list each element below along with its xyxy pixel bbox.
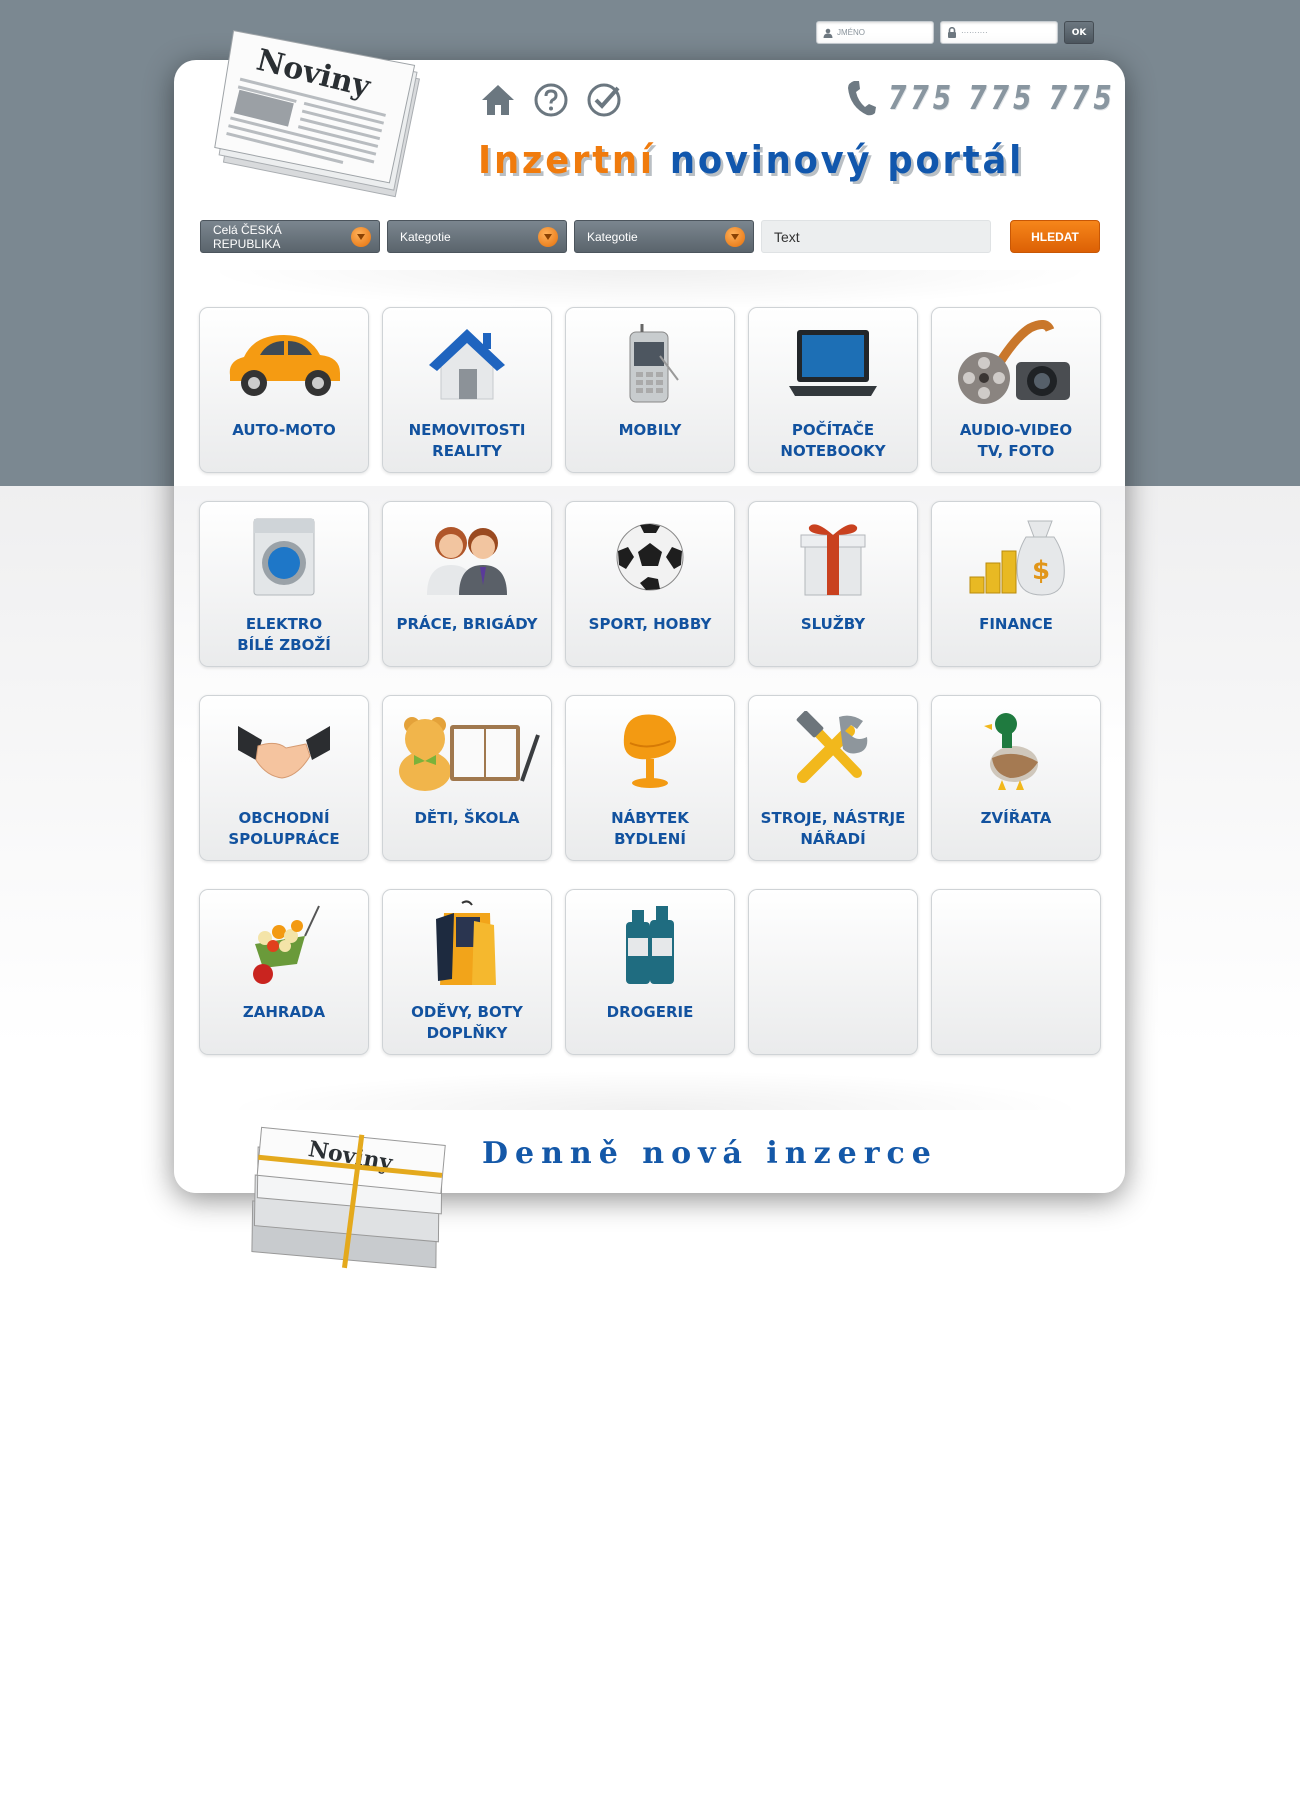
- category-tile[interactable]: SLUŽBY: [748, 501, 918, 667]
- handshake-icon: [238, 726, 330, 779]
- category-grid: AUTO-MOTO NEMOVITOSTI REALITY MOBILY POČ…: [199, 307, 1101, 1055]
- gift-icon: [800, 524, 866, 596]
- category-label: NÁBYTEK BYDLENÍ: [611, 809, 689, 848]
- empty-tile: [748, 889, 918, 1055]
- category-tile[interactable]: ZVÍŘATA: [931, 695, 1101, 861]
- category-tile[interactable]: DROGERIE: [565, 889, 735, 1055]
- category-tile[interactable]: AUDIO-VIDEO TV, FOTO: [931, 307, 1101, 473]
- category-label: ZVÍŘATA: [980, 809, 1052, 827]
- category-tile[interactable]: ZAHRADA: [199, 889, 369, 1055]
- category-label: SLUŽBY: [800, 615, 866, 633]
- search-bar: Celá ČESKÁ REPUBLIKA Kategotie Kategotie…: [200, 220, 1100, 253]
- phone-number: 775 775 775: [888, 78, 1116, 117]
- category-tile[interactable]: POČÍTAČE NOTEBOOKY: [748, 307, 918, 473]
- region-select-value: Celá ČESKÁ REPUBLIKA: [213, 222, 282, 251]
- category-label: PRÁCE, BRIGÁDY: [396, 615, 538, 633]
- headline-part1: Inzertní: [478, 138, 655, 182]
- password-placeholder: ··········: [961, 28, 988, 37]
- teddy-notebook-icon: [399, 717, 540, 791]
- username-placeholder: JMÉNO: [837, 28, 865, 37]
- category-label: ELEKTRO BÍLÉ ZBOŽÍ: [237, 615, 331, 654]
- category-label: STROJE, NÁSTRJE NÁŘADÍ: [760, 809, 906, 848]
- check-icon[interactable]: [586, 82, 622, 118]
- user-icon: [823, 28, 833, 38]
- empty-tile: [931, 889, 1101, 1055]
- chevron-down-icon: [725, 226, 745, 247]
- chair-icon: [623, 714, 677, 788]
- category-label: POČÍTAČE NOTEBOOKY: [780, 421, 886, 460]
- film-camera-icon: [958, 320, 1070, 404]
- home-icon[interactable]: [480, 82, 516, 118]
- phone-contact: 775 775 775: [846, 78, 1173, 117]
- category-label: ZAHRADA: [242, 1003, 326, 1021]
- login-ok-button[interactable]: OK: [1064, 21, 1094, 44]
- category-select-1[interactable]: Kategotie: [387, 220, 567, 253]
- laptop-icon: [789, 330, 877, 396]
- category-label: DĚTI, ŠKOLA: [414, 809, 520, 827]
- category-tile[interactable]: AUTO-MOTO: [199, 307, 369, 473]
- category-tile[interactable]: STROJE, NÁSTRJE NÁŘADÍ: [748, 695, 918, 861]
- category-tile[interactable]: ODĚVY, BOTY DOPLŇKY: [382, 889, 552, 1055]
- chevron-down-icon: [538, 226, 558, 247]
- shadow-band: [200, 270, 1100, 310]
- search-text-input[interactable]: Text: [761, 220, 991, 253]
- category-label: OBCHODNÍ SPOLUPRÁCE: [228, 809, 340, 848]
- svg-text:$: $: [1032, 556, 1050, 586]
- footer-tagline: Denně nová inzerce: [482, 1136, 938, 1171]
- search-button[interactable]: HLEDAT: [1010, 220, 1100, 253]
- duck-icon: [984, 713, 1038, 790]
- car-icon: [229, 335, 340, 396]
- category-tile[interactable]: ELEKTRO BÍLÉ ZBOŽÍ: [199, 501, 369, 667]
- bottles-icon: [626, 906, 674, 984]
- shadow-band: [220, 1070, 1090, 1110]
- house-icon: [429, 329, 505, 400]
- site-headline: Inzertní novinový portál: [478, 138, 1055, 182]
- category-select-2-value: Kategotie: [587, 229, 638, 244]
- lock-icon: [948, 27, 956, 38]
- password-field[interactable]: ··········: [940, 21, 1058, 44]
- region-select[interactable]: Celá ČESKÁ REPUBLIKA: [200, 220, 380, 253]
- category-tile[interactable]: SPORT, HOBBY: [565, 501, 735, 667]
- category-label: AUTO-MOTO: [232, 421, 336, 439]
- username-field[interactable]: JMÉNO: [816, 21, 934, 44]
- soccer-ball-icon: [616, 523, 684, 591]
- category-label: MOBILY: [618, 421, 682, 439]
- category-label: ODĚVY, BOTY DOPLŇKY: [411, 1003, 523, 1042]
- category-label: AUDIO-VIDEO TV, FOTO: [959, 421, 1073, 460]
- login-bar: JMÉNO ·········· OK: [816, 21, 1094, 44]
- newspaper-bundle-icon: Noviny: [251, 1126, 446, 1269]
- category-label: NEMOVITOSTI REALITY: [408, 421, 526, 460]
- category-tile[interactable]: DĚTI, ŠKOLA: [382, 695, 552, 861]
- category-tile[interactable]: OBCHODNÍ SPOLUPRÁCE: [199, 695, 369, 861]
- help-icon[interactable]: [533, 82, 569, 118]
- wheelbarrow-icon: [253, 905, 320, 984]
- search-text-placeholder: Text: [774, 228, 800, 245]
- category-tile[interactable]: MOBILY: [565, 307, 735, 473]
- category-label: FINANCE: [979, 615, 1053, 633]
- category-tile[interactable]: PRÁCE, BRIGÁDY: [382, 501, 552, 667]
- category-tile[interactable]: NEMOVITOSTI REALITY: [382, 307, 552, 473]
- category-label: DROGERIE: [606, 1003, 694, 1021]
- category-label: SPORT, HOBBY: [588, 615, 712, 633]
- category-tile[interactable]: NÁBYTEK BYDLENÍ: [565, 695, 735, 861]
- mobile-phone-icon: [629, 324, 679, 403]
- category-select-2[interactable]: Kategotie: [574, 220, 754, 253]
- phone-icon: [848, 80, 876, 115]
- top-icon-bar: [480, 82, 622, 118]
- washing-machine-icon: [253, 518, 315, 596]
- clothes-icon: [436, 900, 496, 985]
- tools-icon: [796, 711, 868, 783]
- newspaper-logo[interactable]: Noviny: [198, 26, 442, 202]
- category-tile[interactable]: $ FINANCE: [931, 501, 1101, 667]
- category-select-1-value: Kategotie: [400, 229, 451, 244]
- money-bag-icon: $: [969, 520, 1065, 596]
- people-icon: [427, 527, 507, 595]
- headline-part2: novinový portál: [669, 138, 1024, 182]
- chevron-down-icon: [351, 226, 371, 247]
